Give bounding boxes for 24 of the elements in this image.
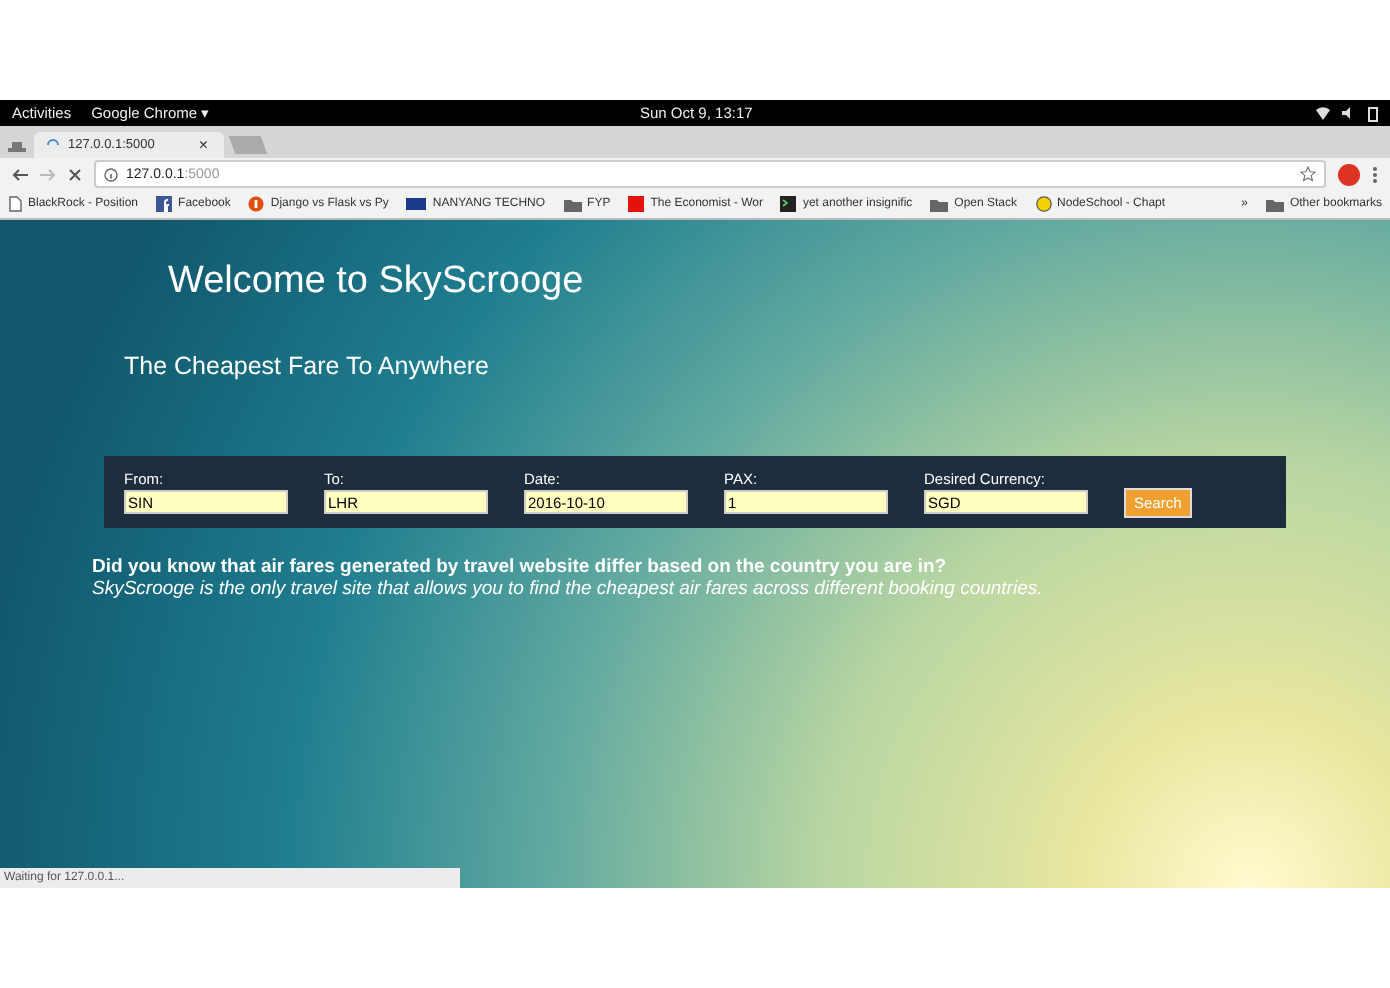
battery-icon[interactable] [1368, 105, 1378, 121]
square-icon [628, 196, 645, 212]
folder-icon [930, 197, 949, 211]
incognito-icon [8, 140, 26, 158]
folder-icon [563, 197, 582, 211]
info-icon [104, 167, 118, 181]
volume-icon[interactable] [1342, 105, 1356, 119]
page-subtitle: The Cheapest Fare To Anywhere [124, 352, 492, 380]
stop-icon[interactable] [68, 167, 82, 181]
page-title: Welcome to SkyScrooge [168, 260, 586, 304]
terminal-icon [780, 196, 797, 212]
menu-icon[interactable] [1372, 165, 1378, 183]
page-icon [8, 196, 22, 212]
tagline-text: SkyScrooge is the only travel site that allows you to find the cheapest air fares across different booking countries. [92, 578, 1045, 600]
folder-icon [1265, 197, 1284, 211]
star-icon[interactable] [1300, 166, 1316, 182]
back-icon[interactable] [12, 167, 28, 181]
close-tab-button[interactable]: × [194, 136, 212, 154]
stop-sign-icon[interactable] [1338, 163, 1360, 185]
facebook-icon [156, 196, 173, 212]
logo-icon [406, 198, 427, 210]
question-text: Did you know that air fares generated by travel website differ based on the country you are in? [92, 556, 949, 578]
wifi-icon[interactable] [1316, 105, 1330, 119]
circle-icon [248, 196, 265, 212]
